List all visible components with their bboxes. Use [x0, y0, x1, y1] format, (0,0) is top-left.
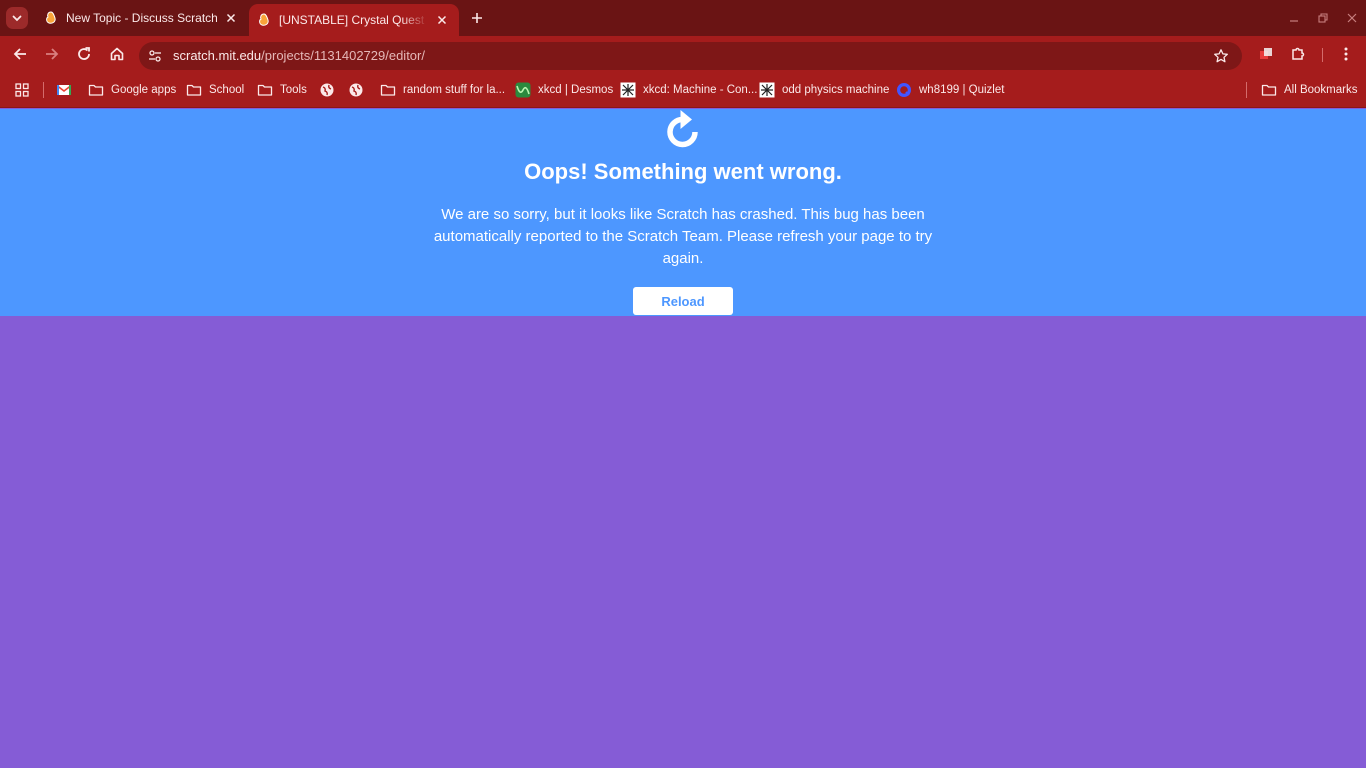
reload-icon	[667, 110, 698, 148]
home-icon	[110, 47, 124, 61]
bookmark-label: Tools	[280, 84, 307, 96]
refresh-button[interactable]	[74, 44, 94, 64]
bookmark-folder-tools[interactable]: Tools	[257, 80, 307, 100]
url-path: /projects/1131402729/editor/	[261, 48, 425, 63]
tab-strip: New Topic - Discuss Scratch [UNSTABLE] C…	[0, 0, 1366, 36]
tab-discuss-scratch[interactable]: New Topic - Discuss Scratch	[36, 0, 248, 36]
globe-icon	[349, 83, 363, 97]
folder-icon	[1261, 84, 1277, 96]
xkcd-icon	[759, 82, 775, 98]
bookmark-folder-google-apps[interactable]: Google apps	[88, 80, 176, 100]
page-title: Oops! Something went wrong.	[524, 159, 842, 184]
folder-icon	[88, 84, 104, 96]
tab-title: New Topic - Discuss Scratch	[66, 11, 217, 25]
forward-button[interactable]	[42, 44, 62, 64]
close-icon	[226, 13, 236, 23]
close-icon	[437, 15, 447, 25]
bookmark-globe-2[interactable]	[348, 80, 364, 100]
tab-close-button[interactable]	[223, 10, 239, 26]
bookmark-folder-school[interactable]: School	[186, 80, 244, 100]
bookmarks-divider	[43, 82, 44, 98]
home-button[interactable]	[107, 44, 127, 64]
scratch-icon	[259, 13, 269, 26]
tab-close-button[interactable]	[434, 12, 450, 28]
scratch-icon	[46, 11, 56, 24]
desmos-icon	[515, 82, 531, 98]
url-domain: scratch.mit.edu	[173, 48, 262, 63]
xkcd-icon	[620, 82, 636, 98]
bookmark-label: odd physics machine	[782, 84, 890, 96]
url-text[interactable]: scratch.mit.edu/projects/1131402729/edit…	[173, 42, 425, 70]
apps-grid-icon	[15, 83, 29, 97]
bookmark-star-icon[interactable]	[1213, 48, 1229, 64]
bookmark-xkcd-desmos[interactable]: xkcd | Desmos	[515, 80, 613, 100]
bookmark-odd-physics[interactable]: odd physics machine	[759, 80, 889, 100]
chevron-down-icon	[12, 15, 22, 22]
crash-message: We are so sorry, but it looks like Scrat…	[433, 206, 933, 267]
bookmark-label: xkcd: Machine - Con...	[643, 84, 758, 96]
tab-crystal-quest[interactable]: [UNSTABLE] Crystal Quest II: Rises	[249, 4, 459, 36]
bookmark-label: School	[209, 84, 245, 96]
quizlet-icon	[897, 83, 911, 97]
minimize-button[interactable]	[1284, 8, 1304, 28]
arrow-right-icon	[46, 48, 59, 60]
menu-button[interactable]	[1336, 44, 1356, 64]
gmail-icon	[57, 85, 71, 95]
bookmark-xkcd-machine[interactable]: xkcd: Machine - Con...	[620, 80, 757, 100]
folder-icon	[186, 84, 202, 96]
bookmark-folder-random[interactable]: random stuff for la...	[380, 80, 505, 100]
folder-icon	[257, 84, 273, 96]
tab-search-button[interactable]	[6, 7, 28, 29]
bookmark-gmail[interactable]	[56, 80, 72, 100]
toolbar-divider	[1322, 48, 1323, 62]
extension-app-icon	[1260, 48, 1272, 59]
all-bookmarks-button[interactable]: All Bookmarks	[1261, 80, 1358, 100]
bookmark-label: wh8199 | Quizlet	[919, 84, 1005, 96]
all-bookmarks-label: All Bookmarks	[1284, 84, 1358, 96]
restore-icon	[1318, 13, 1328, 23]
bookmark-label: xkcd | Desmos	[538, 84, 614, 96]
restore-button[interactable]	[1313, 8, 1333, 28]
bookmark-globe-1[interactable]	[319, 80, 335, 100]
extension-button[interactable]	[1256, 44, 1276, 64]
bookmarks-divider	[1246, 82, 1247, 98]
minimize-icon	[1290, 20, 1298, 22]
globe-icon	[320, 83, 334, 97]
reload-button[interactable]: Reload	[633, 287, 733, 315]
editor-background	[0, 316, 1366, 768]
tab-title: [UNSTABLE] Crystal Quest II: Rises	[279, 13, 428, 27]
puzzle-icon	[1292, 47, 1305, 60]
bookmark-label: random stuff for la...	[403, 84, 506, 96]
tune-icon[interactable]	[147, 48, 163, 64]
close-icon	[1347, 13, 1357, 23]
folder-icon	[380, 84, 396, 96]
refresh-icon	[78, 47, 90, 60]
arrow-left-icon	[13, 48, 26, 60]
address-bar[interactable]: scratch.mit.edu/projects/1131402729/edit…	[139, 42, 1242, 70]
close-window-button[interactable]	[1342, 8, 1362, 28]
bookmark-quizlet[interactable]: wh8199 | Quizlet	[896, 80, 1004, 100]
back-button[interactable]	[10, 44, 30, 64]
plus-icon	[472, 13, 482, 23]
more-vert-icon	[1344, 47, 1348, 61]
bookmark-label: Google apps	[111, 84, 177, 96]
extensions-button[interactable]	[1288, 44, 1308, 64]
apps-button[interactable]	[14, 80, 30, 100]
new-tab-button[interactable]	[467, 8, 487, 28]
